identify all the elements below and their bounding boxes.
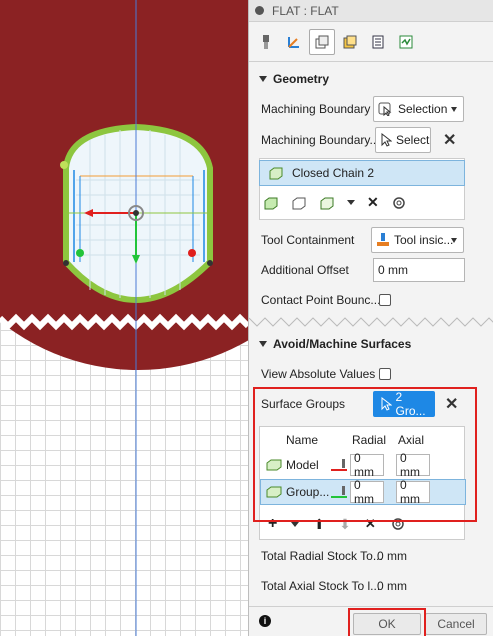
tool-inside-icon [377, 233, 389, 246]
chain-list-item[interactable]: Closed Chain 2 [259, 160, 465, 186]
summary-icon [399, 35, 413, 48]
total-radial-label: Total Radial Stock To... [261, 549, 383, 563]
machining-boundary-value: Selection [398, 102, 448, 116]
dialog-title: FLAT : FLAT [272, 3, 339, 18]
3d-viewport[interactable] [0, 0, 248, 636]
green-point[interactable] [76, 249, 84, 257]
machining-boundary-selection-row: Machining Boundary... Select ✕ [249, 127, 493, 153]
collapse-triangle-icon [259, 341, 267, 347]
gear-icon[interactable] [391, 195, 407, 211]
collapse-dot-icon[interactable] [255, 6, 264, 15]
selection-icon [378, 102, 392, 116]
chevron-down-icon [451, 106, 457, 112]
machining-boundary-row: Machining Boundary Selection [249, 96, 493, 122]
cursor-icon [381, 133, 392, 147]
tool-containment-row: Tool Containment Tool insic... [249, 227, 493, 253]
view-absolute-checkbox[interactable] [379, 368, 391, 380]
select-button-label: Select [396, 133, 430, 147]
add-face-icon[interactable] [291, 195, 307, 211]
total-radial-value: 0 mm [377, 549, 407, 563]
geometry-icon [288, 36, 299, 48]
tool-containment-value: Tool insic... [394, 233, 454, 247]
collapse-triangle-icon [259, 76, 267, 82]
chevron-down-icon[interactable] [291, 521, 300, 527]
clear-selection-close-icon[interactable]: ✕ [443, 130, 456, 150]
remove-chain-close-icon[interactable]: ✕ [367, 194, 379, 211]
view-absolute-label: View Absolute Values [261, 367, 376, 381]
avoid-section-header[interactable]: Avoid/Machine Surfaces [249, 331, 411, 357]
chain-icon [269, 167, 283, 180]
chevron-down-icon [451, 237, 457, 243]
tab-heights[interactable] [309, 28, 335, 55]
select-button[interactable]: Select [375, 127, 431, 153]
total-axial-row: Total Axial Stock To l... 0 mm [249, 573, 493, 599]
chain-item-label: Closed Chain 2 [292, 166, 375, 180]
total-axial-label: Total Axial Stock To l... [261, 579, 381, 593]
red-point[interactable] [188, 249, 196, 257]
tab-tool[interactable] [253, 29, 279, 55]
model-canvas[interactable] [0, 0, 248, 636]
avoid-section-title: Avoid/Machine Surfaces [273, 337, 412, 351]
tab-geometry[interactable] [281, 29, 307, 55]
highlight-frame-surface-groups [253, 387, 477, 522]
contact-point-label: Contact Point Bounc... [261, 293, 381, 307]
info-icon[interactable]: i [259, 615, 271, 627]
tool-icon [263, 34, 269, 49]
cancel-button[interactable]: Cancel [425, 613, 487, 635]
additional-offset-row: Additional Offset 0 mm [249, 257, 493, 283]
linking-icon [372, 35, 384, 48]
tab-linking[interactable] [365, 29, 391, 55]
geometry-section-title: Geometry [273, 72, 330, 86]
contact-point-row: Contact Point Bounc... [249, 287, 493, 313]
tool-containment-dropdown[interactable]: Tool insic... [371, 227, 464, 253]
geometry-section-header[interactable]: Geometry [249, 66, 329, 92]
add-pocket-icon[interactable] [319, 195, 335, 211]
chain-toolbar: ✕ [263, 194, 407, 211]
machining-boundary-dropdown[interactable]: Selection [373, 96, 464, 122]
machining-boundary-selection-label: Machining Boundary... [261, 133, 380, 147]
heights-icon [315, 35, 329, 48]
contact-point-checkbox[interactable] [379, 294, 391, 306]
total-axial-value: 0 mm [377, 579, 407, 593]
chevron-down-icon[interactable] [347, 200, 355, 205]
break-line [0, 313, 248, 331]
view-absolute-row: View Absolute Values [249, 361, 493, 387]
machining-boundary-label: Machining Boundary [261, 102, 371, 116]
total-radial-row: Total Radial Stock To... 0 mm [249, 543, 493, 569]
panel-break-line [249, 317, 493, 327]
tab-strip [249, 22, 493, 62]
tab-passes[interactable] [337, 29, 363, 55]
add-chain-icon[interactable] [263, 195, 279, 211]
dialog-titlebar: FLAT : FLAT [249, 0, 493, 22]
tool-containment-label: Tool Containment [261, 233, 355, 247]
passes-icon [343, 35, 357, 48]
additional-offset-label: Additional Offset [261, 263, 349, 277]
tab-summary[interactable] [393, 29, 419, 55]
highlight-frame-ok [348, 608, 426, 636]
dialog-footer: i OK Cancel [249, 606, 493, 636]
additional-offset-input[interactable]: 0 mm [373, 258, 465, 282]
operation-dialog: FLAT : FLAT Geometry Machining Boundary … [248, 0, 493, 636]
